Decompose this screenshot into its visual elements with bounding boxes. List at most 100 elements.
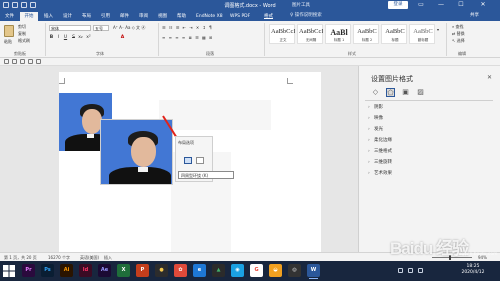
cut-button[interactable]: 剪切 — [18, 24, 26, 30]
font-color-button[interactable]: A — [120, 35, 125, 41]
taskbar-app-icon[interactable]: Pr — [22, 264, 35, 277]
tab-layout[interactable]: 布局 — [80, 12, 93, 21]
group-styles-label: 样式 — [348, 51, 356, 56]
tab-endnote[interactable]: EndNote X8 — [194, 12, 225, 21]
style-sample: AaBl — [330, 28, 348, 37]
picture-tools-label: 图片工具 — [292, 3, 310, 8]
bold-button[interactable]: B — [49, 35, 54, 41]
styles-more-icon[interactable]: ▾ — [437, 27, 439, 32]
tab-home[interactable]: 开始 — [20, 12, 38, 21]
font-size-select[interactable]: 五号 — [93, 25, 109, 31]
tab-references[interactable]: 引用 — [99, 12, 112, 21]
style-heading-1[interactable]: AaBl 标题 1 — [325, 24, 351, 44]
group-separator — [158, 23, 159, 56]
picture-icon[interactable]: ▨ — [416, 88, 425, 97]
volume-icon[interactable] — [408, 268, 413, 273]
taskbar-app-icon[interactable]: X — [117, 264, 130, 277]
maximize-icon[interactable]: ☐ — [456, 1, 466, 9]
print-preview-icon[interactable] — [28, 59, 33, 64]
style-normal[interactable]: AaBbCcI 正文 — [269, 24, 295, 44]
italic-button[interactable]: I — [56, 35, 61, 41]
underline-button[interactable]: U — [63, 35, 68, 41]
effects-icon[interactable]: ⬠ — [386, 88, 395, 97]
taskbar-app-icon[interactable]: ✿ — [174, 264, 187, 277]
pane-item-glow[interactable]: › 发光 — [368, 125, 383, 134]
tab-wps-pdf[interactable]: WPS PDF — [228, 12, 252, 21]
tab-insert[interactable]: 插入 — [42, 12, 55, 21]
taskbar-app-icon[interactable]: e — [193, 264, 206, 277]
close-icon[interactable]: ✕ — [487, 74, 492, 81]
style-name: 正文 — [279, 38, 287, 42]
taskbar-app-icon[interactable]: Ae — [98, 264, 111, 277]
taskbar-app-icon[interactable]: ● — [155, 264, 168, 277]
tab-design[interactable]: 设计 — [61, 12, 74, 21]
style-subtitle[interactable]: AaBbC 副标题 — [409, 24, 435, 44]
list-buttons-icon[interactable]: ☰ ☷ ☰ ⇤ ⇥ ✕ ↕ ¶ — [162, 25, 213, 30]
align-buttons-icon[interactable]: ≡ ≡ ≡ ≡ ≣ ☰ ▦ ⊞ — [162, 35, 213, 40]
style-no-spacing[interactable]: AaBbCcI 无间隔 — [297, 24, 323, 44]
close-icon[interactable]: ✕ — [478, 1, 488, 9]
select-button[interactable]: ↖ 选择 — [452, 38, 465, 44]
network-icon[interactable] — [398, 268, 403, 273]
zoom-slider-thumb[interactable] — [449, 255, 451, 260]
tab-mailings[interactable]: 邮件 — [118, 12, 131, 21]
pane-item-artistic-effects[interactable]: › 艺术效果 — [368, 169, 392, 178]
undo-icon[interactable] — [12, 59, 17, 64]
customize-icon[interactable] — [36, 59, 41, 64]
pane-item-soft-edges[interactable]: › 柔化边缘 — [368, 136, 392, 145]
square-wrap-icon[interactable] — [184, 157, 192, 164]
tab-format[interactable]: 格式 — [262, 12, 275, 21]
format-painter-button[interactable]: 格式刷 — [18, 38, 30, 44]
taskbar-app-icon[interactable]: ◉ — [231, 264, 244, 277]
save-icon[interactable] — [4, 59, 9, 64]
paste-icon[interactable] — [4, 25, 14, 37]
taskbar-app-icon[interactable]: W — [307, 264, 320, 279]
taskbar-app-icon[interactable]: ▲ — [212, 264, 225, 277]
windows-start-icon[interactable] — [2, 264, 16, 278]
taskbar-app-icon[interactable]: ◒ — [269, 264, 282, 277]
taskbar-app-icon[interactable]: P — [136, 264, 149, 277]
grow-font-icon[interactable]: A⁺ A⁻ Aa ◇ 文 Ⓐ — [113, 25, 145, 31]
zoom-slider[interactable] — [432, 257, 472, 258]
crop-mark — [287, 78, 293, 84]
tab-review[interactable]: 审阅 — [137, 12, 150, 21]
copy-button[interactable]: 复制 — [18, 31, 26, 37]
tab-view[interactable]: 视图 — [156, 12, 169, 21]
strikethrough-button[interactable]: S — [71, 35, 76, 41]
superscript-button[interactable]: x² — [86, 35, 91, 41]
taskbar-app-icon[interactable]: Id — [79, 264, 92, 277]
subscript-button[interactable]: x₂ — [78, 35, 83, 41]
tray-clock[interactable]: 18:25 2020/4/12 — [458, 264, 488, 276]
share-button[interactable]: 共享 — [470, 12, 479, 18]
redo-icon[interactable] — [20, 59, 25, 64]
document-area[interactable]: 布局选项 四周型环绕 (K) — [0, 66, 358, 252]
paste-label[interactable]: 粘贴 — [4, 39, 12, 45]
font-name-select[interactable]: 宋体 — [49, 25, 91, 31]
taskbar-app-icon[interactable]: G — [250, 264, 263, 277]
tab-help[interactable]: 帮助 — [175, 12, 188, 21]
find-button[interactable]: ⌕ 查找 — [452, 24, 464, 30]
pane-item-reflection[interactable]: › 映像 — [368, 114, 383, 123]
minimize-icon[interactable]: — — [436, 1, 446, 9]
crop-mark — [59, 78, 65, 84]
input-method-icon[interactable] — [418, 268, 423, 273]
fill-line-icon[interactable]: ◇ — [371, 88, 380, 97]
zoom-level[interactable]: 94% — [478, 255, 487, 260]
layout-properties-icon[interactable]: ▣ — [401, 88, 410, 97]
login-button[interactable]: 登录 — [388, 1, 408, 9]
pane-item-shadow[interactable]: › 阴影 — [368, 103, 383, 112]
taskbar-app-icon[interactable]: Ai — [60, 264, 73, 277]
taskbar-app-icon[interactable]: Ps — [41, 264, 54, 277]
replace-button[interactable]: ⇄ 替换 — [452, 31, 465, 37]
pane-item-3d-format[interactable]: › 三维格式 — [368, 147, 392, 156]
taskbar-app-icon[interactable]: ◎ — [288, 264, 301, 277]
style-name: 标题 — [391, 38, 399, 42]
pane-item-label: 三维旋转 — [374, 160, 392, 165]
pane-item-3d-rotation[interactable]: › 三维旋转 — [368, 158, 392, 167]
style-title[interactable]: AaBbC 标题 — [381, 24, 407, 44]
tight-wrap-icon[interactable] — [196, 157, 204, 164]
ribbon-display-icon[interactable]: ▭ — [416, 1, 426, 9]
style-heading-2[interactable]: AaBbC 标题 2 — [353, 24, 379, 44]
tell-me-search[interactable]: ♀ 操作说明搜索 — [290, 12, 322, 18]
tab-file[interactable]: 文件 — [3, 12, 16, 21]
